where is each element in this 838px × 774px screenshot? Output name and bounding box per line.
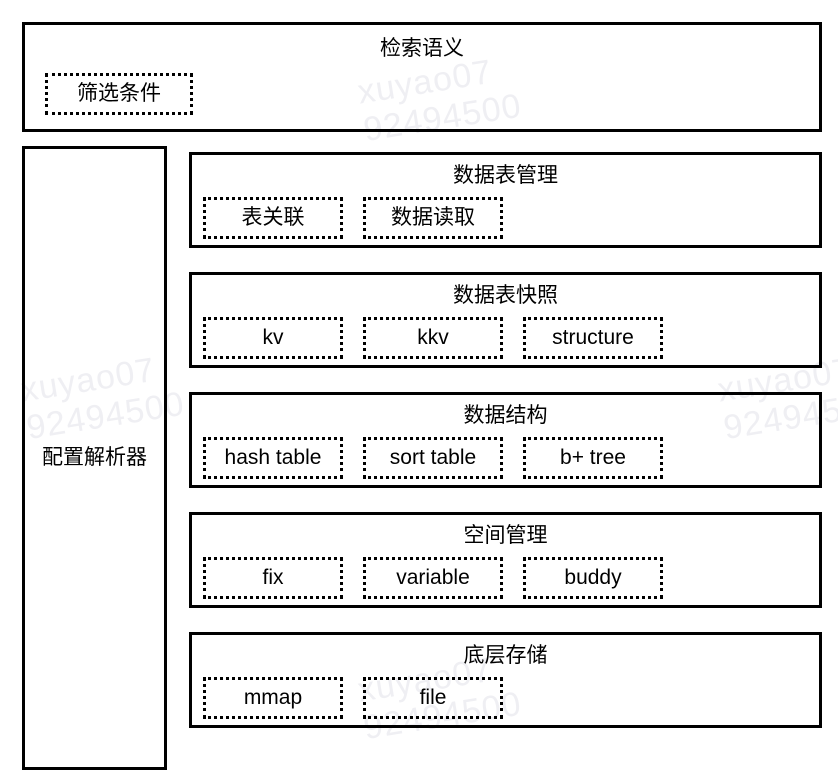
section-title: 检索语义 [380, 37, 464, 60]
section-retrieval-semantics: 检索语义 筛选条件 [22, 22, 822, 132]
section-title: 数据结构 [463, 404, 548, 427]
component-b-plus-tree[interactable]: b+ tree [523, 437, 663, 479]
component-row: kv kkv structure [203, 317, 808, 359]
component-buddy[interactable]: buddy [523, 557, 663, 599]
component-hash-table[interactable]: hash table [203, 437, 343, 479]
component-filter-conditions[interactable]: 筛选条件 [45, 73, 193, 115]
section-data-table-snapshot: 数据表快照 kv kkv structure [189, 272, 822, 368]
component-fix[interactable]: fix [203, 557, 343, 599]
component-structure[interactable]: structure [523, 317, 663, 359]
component-mmap[interactable]: mmap [203, 677, 343, 719]
section-title: 数据表管理 [453, 164, 558, 187]
section-data-table-management: 数据表管理 表关联 数据读取 [189, 152, 822, 248]
component-file[interactable]: file [363, 677, 503, 719]
component-row: hash table sort table b+ tree [203, 437, 808, 479]
section-title: 底层存储 [463, 644, 548, 667]
section-data-structure: 数据结构 hash table sort table b+ tree [189, 392, 822, 488]
component-kkv[interactable]: kkv [363, 317, 503, 359]
section-title: 空间管理 [463, 524, 548, 547]
component-sort-table[interactable]: sort table [363, 437, 503, 479]
architecture-diagram: xuyao07 92494500 xuyao07 92494500 xuyao0… [0, 0, 838, 774]
component-row: 表关联 数据读取 [203, 197, 808, 239]
component-table-join[interactable]: 表关联 [203, 197, 343, 239]
section-config-parser: 配置解析器 [22, 146, 167, 770]
section-title: 数据表快照 [453, 284, 558, 307]
component-data-read[interactable]: 数据读取 [363, 197, 503, 239]
section-underlying-storage: 底层存储 mmap file [189, 632, 822, 728]
component-kv[interactable]: kv [203, 317, 343, 359]
component-row: fix variable buddy [203, 557, 808, 599]
sidebar-label: 配置解析器 [42, 446, 147, 469]
section-space-management: 空间管理 fix variable buddy [189, 512, 822, 608]
panel-stack: 数据表管理 表关联 数据读取 数据表快照 kv kkv structure 数据… [189, 152, 822, 728]
component-variable[interactable]: variable [363, 557, 503, 599]
component-row: mmap file [203, 677, 808, 719]
